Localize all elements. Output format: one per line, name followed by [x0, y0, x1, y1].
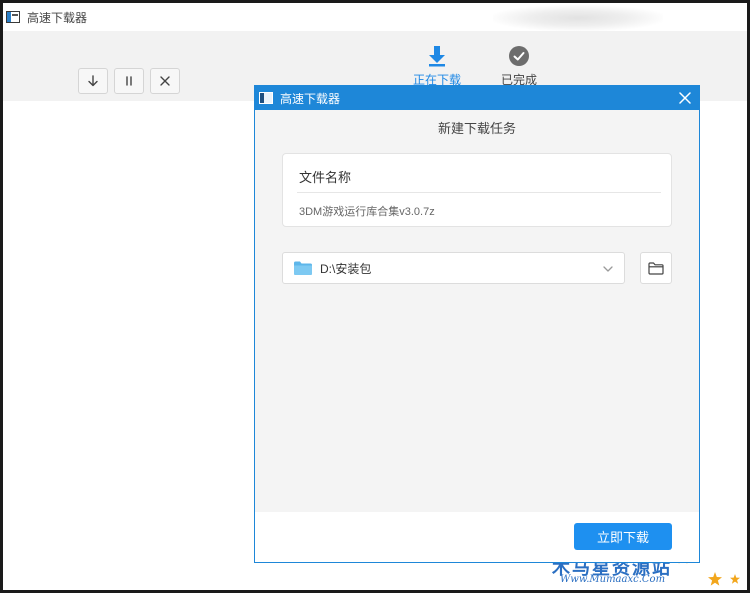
- main-window-title: 高速下载器: [27, 10, 88, 25]
- download-arrow-icon: [429, 46, 445, 67]
- delete-button[interactable]: [150, 68, 180, 94]
- download-button[interactable]: [78, 68, 108, 94]
- dialog-titlebar: 高速下载器: [255, 86, 699, 110]
- file-name-value[interactable]: 3DM游戏运行库合集v3.0.7z: [299, 203, 435, 219]
- folder-icon: [294, 261, 312, 275]
- dialog-footer: 立即下载: [255, 512, 699, 562]
- divider: [297, 192, 661, 193]
- close-icon: [679, 92, 691, 104]
- dialog-app-icon: [259, 92, 273, 104]
- save-path-select[interactable]: D:\安装包: [282, 252, 625, 284]
- star-icon: [708, 572, 722, 586]
- file-name-card: 文件名称 3DM游戏运行库合集v3.0.7z: [282, 153, 672, 227]
- save-path-value: D:\安装包: [320, 261, 372, 276]
- arrow-down-icon: [88, 75, 98, 87]
- main-titlebar: 高速下载器: [3, 3, 747, 31]
- blurred-region: [493, 5, 663, 31]
- pause-button[interactable]: [114, 68, 144, 94]
- dialog-title: 高速下载器: [280, 91, 341, 106]
- folder-outline-icon: [648, 261, 664, 275]
- new-download-dialog: 高速下载器 新建下载任务 文件名称 3DM游戏运行库合集v3.0.7z D:\安…: [254, 85, 700, 563]
- file-name-heading: 文件名称: [299, 170, 352, 185]
- browse-folder-button[interactable]: [640, 252, 672, 284]
- close-icon: [160, 76, 170, 86]
- tab-downloading[interactable]: 正在下载: [402, 45, 472, 88]
- dialog-subtitle: 新建下载任务: [437, 121, 516, 136]
- star-icon: [730, 574, 740, 584]
- app-icon: [6, 11, 20, 23]
- start-download-button[interactable]: 立即下载: [574, 523, 672, 550]
- pause-icon: [126, 76, 132, 86]
- watermark-url: Www.Mumaaxc.Com: [560, 574, 666, 585]
- check-circle-icon: [509, 46, 529, 66]
- dialog-close-button[interactable]: [677, 90, 693, 106]
- tab-completed[interactable]: 已完成: [484, 45, 554, 88]
- chevron-down-icon: [603, 266, 613, 272]
